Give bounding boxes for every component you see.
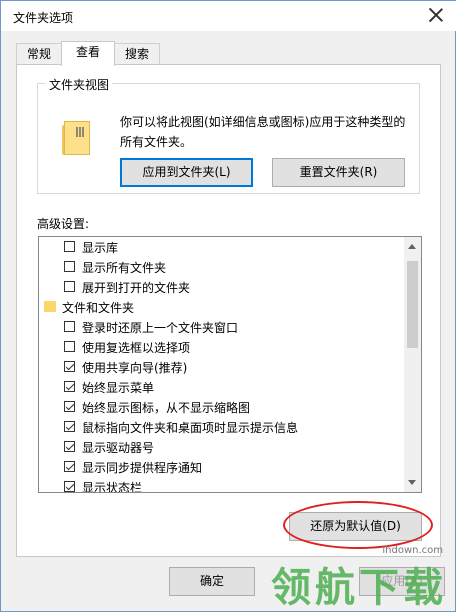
list-item: 文件和文件夹 [39,297,404,317]
scroll-up-icon[interactable] [408,244,416,249]
folder-icon [44,301,56,312]
list-item[interactable]: 鼠标指向文件夹和桌面项时显示提示信息 [39,417,404,437]
checkbox[interactable] [64,381,75,392]
list-item[interactable]: 展开到打开的文件夹 [39,277,404,297]
tab-view[interactable]: 查看 [61,41,115,66]
apply-to-folders-button[interactable]: 应用到文件夹(L) [120,158,253,187]
folder-view-icon [62,121,92,155]
checkbox[interactable] [64,241,75,252]
checkbox[interactable] [64,361,75,372]
checkbox[interactable] [64,321,75,332]
checkbox[interactable] [64,341,75,352]
ok-button[interactable]: 确定 [169,567,255,596]
reset-folders-button[interactable]: 重置文件夹(R) [272,158,405,187]
list-item[interactable]: 始终显示图标，从不显示缩略图 [39,397,404,417]
title-bar: 文件夹选项 [1,1,457,31]
list-item[interactable]: 显示驱动器号 [39,437,404,457]
scroll-down-icon[interactable] [408,480,416,485]
folder-view-title: 文件夹视图 [46,76,113,93]
vertical-scrollbar[interactable] [404,237,421,492]
window-title: 文件夹选项 [13,11,74,25]
checkbox[interactable] [64,441,75,452]
watermark: lhdown.com 领航下载 [267,545,447,611]
folder-view-group: 文件夹视图 你可以将此视图(如详细信息或图标)应用于这种类型的所有文件夹。 应用… [37,76,420,194]
checkbox[interactable] [64,281,75,292]
checkbox[interactable] [64,261,75,272]
list-item[interactable]: 显示所有文件夹 [39,257,404,277]
list-item[interactable]: 登录时还原上一个文件夹窗口 [39,317,404,337]
folder-view-description: 你可以将此视图(如详细信息或图标)应用于这种类型的所有文件夹。 [120,115,406,149]
highlight-ellipse [283,501,433,549]
list-item[interactable]: 始终显示菜单 [39,377,404,397]
list-item[interactable]: 使用共享向导(推荐) [39,357,404,377]
checkbox[interactable] [64,421,75,432]
watermark-text: 领航下载 [271,565,447,611]
scroll-thumb[interactable] [407,261,418,348]
list-item[interactable]: 使用复选框以选择项 [39,337,404,357]
checkbox[interactable] [64,481,75,492]
tab-search[interactable]: 搜索 [114,43,160,64]
list-item[interactable]: 显示库 [39,237,404,257]
list-item[interactable]: 显示状态栏 [39,477,404,492]
checkbox[interactable] [64,461,75,472]
advanced-settings-tree[interactable]: 显示库 显示所有文件夹 展开到打开的文件夹 文件和文件夹 登录时还原上一个文件夹… [38,236,422,493]
advanced-settings-label: 高级设置: [37,217,90,231]
checkbox[interactable] [64,401,75,412]
tab-general[interactable]: 常规 [16,43,62,64]
folder-options-dialog: 文件夹选项 常规 查看 搜索 文件夹视图 你可以将此视图(如详细信息或图标)应用… [0,0,457,612]
view-tab-panel: 文件夹视图 你可以将此视图(如详细信息或图标)应用于这种类型的所有文件夹。 应用… [16,64,441,557]
close-icon[interactable] [427,6,445,24]
list-item[interactable]: 显示同步提供程序通知 [39,457,404,477]
